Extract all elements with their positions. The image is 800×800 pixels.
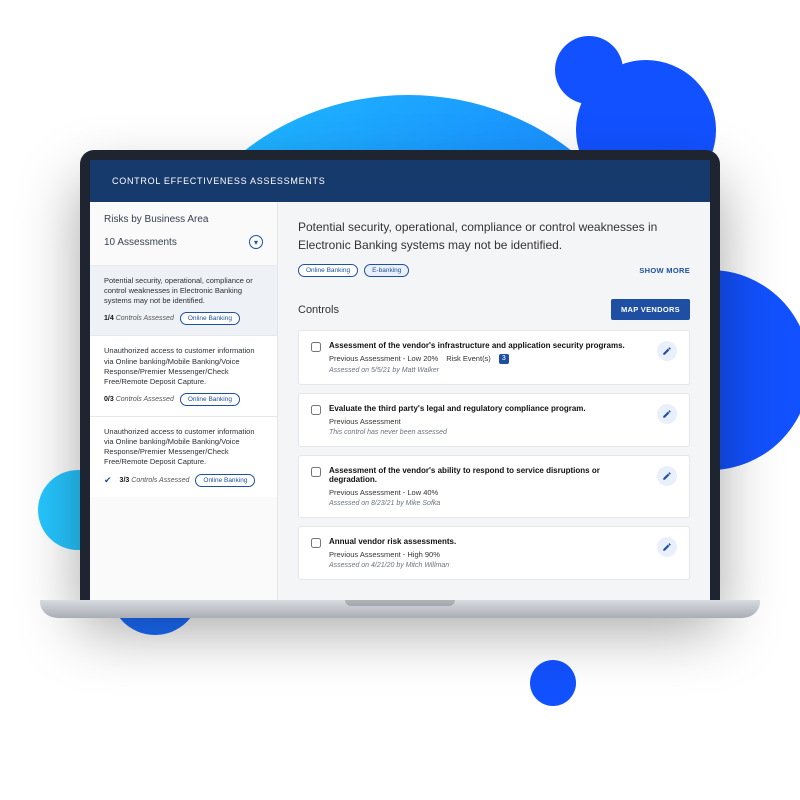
select-checkbox[interactable] xyxy=(311,538,321,548)
control-title: Assessment of the vendor's infrastructur… xyxy=(329,341,649,350)
edit-icon[interactable] xyxy=(657,404,677,424)
laptop-base xyxy=(40,600,760,618)
ratio: 3/3Controls Assessed xyxy=(120,477,190,484)
tag-chip[interactable]: Online Banking xyxy=(195,474,255,487)
risk-item[interactable]: Unauthorized access to customer informat… xyxy=(90,335,277,416)
control-card: Assessment of the vendor's infrastructur… xyxy=(298,330,690,385)
app-title: CONTROL EFFECTIVENESS ASSESSMENTS xyxy=(112,176,325,186)
sidebar: Risks by Business Area 10 Assessments ▾ … xyxy=(90,202,278,600)
risk-text: Unauthorized access to customer informat… xyxy=(104,427,263,468)
tag-chip[interactable]: Online Banking xyxy=(180,312,240,325)
risk-text: Potential security, operational, complia… xyxy=(104,276,263,306)
edit-icon[interactable] xyxy=(657,537,677,557)
risk-text: Unauthorized access to customer informat… xyxy=(104,346,263,387)
control-title: Evaluate the third party's legal and reg… xyxy=(329,404,649,413)
risk-item[interactable]: Potential security, operational, complia… xyxy=(90,265,277,335)
edit-icon[interactable] xyxy=(657,341,677,361)
tag-row: Online Banking E-banking SHOW MORE xyxy=(298,264,690,277)
page-heading: Potential security, operational, complia… xyxy=(298,218,690,254)
check-icon: ✔ xyxy=(104,475,112,486)
assessed-meta: Assessed on 8/23/21 by Mike Sofka xyxy=(329,500,649,507)
assessment-count: 10 Assessments xyxy=(104,237,177,248)
assessed-meta: Assessed on 4/21/20 by Mitch Willman xyxy=(329,562,649,569)
prev-assessment: Previous Assessment xyxy=(329,417,401,426)
main-panel: Potential security, operational, complia… xyxy=(278,202,710,600)
sidebar-title: Risks by Business Area xyxy=(104,214,263,225)
risk-count-badge: 3 xyxy=(499,354,509,364)
ratio: 1/4Controls Assessed xyxy=(104,315,174,322)
assessed-meta: Assessed on 5/5/21 by Matt Walker xyxy=(329,367,649,374)
app-header: CONTROL EFFECTIVENESS ASSESSMENTS xyxy=(90,160,710,202)
prev-assessment: Previous Assessment - High 90% xyxy=(329,550,440,559)
edit-icon[interactable] xyxy=(657,466,677,486)
prev-assessment: Previous Assessment - Low 40% xyxy=(329,488,438,497)
filter-icon[interactable]: ▾ xyxy=(249,235,263,249)
control-card: Evaluate the third party's legal and reg… xyxy=(298,393,690,447)
select-checkbox[interactable] xyxy=(311,405,321,415)
control-title: Annual vendor risk assessments. xyxy=(329,537,649,546)
select-checkbox[interactable] xyxy=(311,467,321,477)
risk-events-label: Risk Event(s) xyxy=(446,354,491,363)
tag-chip[interactable]: E-banking xyxy=(364,264,409,277)
select-checkbox[interactable] xyxy=(311,342,321,352)
ratio: 0/3Controls Assessed xyxy=(104,396,174,403)
laptop-frame: CONTROL EFFECTIVENESS ASSESSMENTS Risks … xyxy=(80,150,720,618)
prev-assessment: Previous Assessment - Low 20% xyxy=(329,354,438,363)
controls-heading: Controls xyxy=(298,304,339,316)
tag-chip[interactable]: Online Banking xyxy=(180,393,240,406)
assessed-meta: This control has never been assessed xyxy=(329,429,649,436)
risk-item[interactable]: Unauthorized access to customer informat… xyxy=(90,416,277,497)
app-screen: CONTROL EFFECTIVENESS ASSESSMENTS Risks … xyxy=(90,160,710,600)
tag-chip[interactable]: Online Banking xyxy=(298,264,358,277)
show-more-link[interactable]: SHOW MORE xyxy=(639,266,690,275)
control-card: Assessment of the vendor's ability to re… xyxy=(298,455,690,518)
control-card: Annual vendor risk assessments. Previous… xyxy=(298,526,690,580)
control-title: Assessment of the vendor's ability to re… xyxy=(329,466,649,484)
map-vendors-button[interactable]: MAP VENDORS xyxy=(611,299,690,320)
